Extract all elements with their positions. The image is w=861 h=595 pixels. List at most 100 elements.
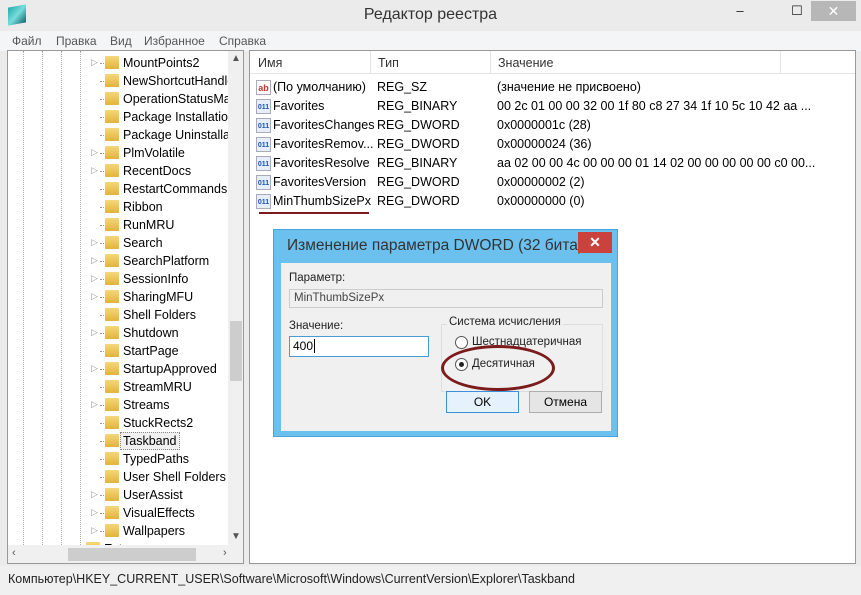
- tree-item-label: UserAssist: [123, 488, 183, 502]
- tree-item[interactable]: ▷ SessionInfo: [8, 270, 228, 288]
- tree-item[interactable]: RestartCommands: [8, 180, 228, 198]
- folder-icon: [105, 362, 119, 375]
- value-name: Favorites: [273, 99, 325, 113]
- tree-vertical-scroll-thumb[interactable]: [230, 321, 242, 381]
- tree-item[interactable]: ▷ SharingMFU: [8, 288, 228, 306]
- tree-item[interactable]: Shell Folders: [8, 306, 228, 324]
- folder-icon: [105, 182, 119, 195]
- scroll-right-icon[interactable]: ›: [223, 547, 227, 559]
- list-row[interactable]: 011 MinThumbSizePx REG_DWORD 0x00000000 (0): [250, 192, 850, 211]
- tree-item[interactable]: NewShortcutHandlers: [8, 72, 243, 90]
- tree-item[interactable]: ▷ Search: [8, 234, 228, 252]
- tree-item[interactable]: User Shell Folders: [8, 468, 228, 486]
- param-label: Параметр:: [289, 272, 346, 284]
- expand-arrow-icon[interactable]: ▷: [91, 489, 98, 500]
- tree-item[interactable]: ▷ UserAssist: [8, 486, 228, 504]
- scroll-down-icon[interactable]: ▼: [231, 531, 241, 542]
- expand-arrow-icon[interactable]: ▷: [91, 57, 98, 68]
- hex-radio[interactable]: [455, 336, 468, 349]
- scroll-left-icon[interactable]: ‹: [12, 547, 16, 559]
- value-type: REG_SZ: [377, 80, 428, 94]
- tree-item-label: Wallpapers: [123, 524, 186, 538]
- expand-arrow-icon[interactable]: ▷: [91, 363, 98, 374]
- tree-horizontal-scroll-thumb[interactable]: [68, 548, 196, 561]
- folder-icon: [105, 74, 119, 87]
- expand-arrow-icon[interactable]: ▷: [91, 273, 98, 284]
- expand-arrow-icon[interactable]: ▷: [91, 291, 98, 302]
- tree-item-label: StartupApproved: [123, 362, 217, 376]
- column-header-value[interactable]: Значение: [498, 56, 553, 70]
- tree-item[interactable]: ▷ Streams: [8, 396, 228, 414]
- tree-horizontal-scrollbar[interactable]: ‹ ›: [8, 545, 243, 563]
- tree-item[interactable]: ▷ VisualEffects: [8, 504, 228, 522]
- tree-item-label: SearchPlatform: [123, 254, 210, 268]
- menu-edit[interactable]: Правка: [56, 34, 97, 48]
- tree-item[interactable]: ▷ Shutdown: [8, 324, 228, 342]
- tree-item-label: SessionInfo: [123, 272, 189, 286]
- tree-item-label: User Shell Folders: [123, 470, 226, 484]
- binary-value-icon: 011: [256, 175, 271, 190]
- scroll-up-icon[interactable]: ▲: [231, 53, 241, 64]
- value-data: 0x0000001c (28): [497, 118, 591, 132]
- ok-button[interactable]: OK: [446, 391, 519, 413]
- expand-arrow-icon[interactable]: ▷: [91, 147, 98, 158]
- expand-arrow-icon[interactable]: ▷: [91, 507, 98, 518]
- tree-item[interactable]: ▷ SearchPlatform: [8, 252, 228, 270]
- tree-item[interactable]: Taskband: [8, 432, 228, 450]
- list-row[interactable]: 011 FavoritesResolve REG_BINARY aa 02 00 00…: [250, 154, 850, 173]
- menu-view[interactable]: Вид: [110, 34, 132, 48]
- tree-item[interactable]: Ribbon: [8, 198, 228, 216]
- tree-item[interactable]: RunMRU: [8, 216, 228, 234]
- title-bar: Редактор реестра – ☐ ✕: [0, 0, 861, 30]
- expand-arrow-icon[interactable]: ▷: [91, 327, 98, 338]
- expand-arrow-icon[interactable]: ▷: [91, 255, 98, 266]
- list-row[interactable]: 011 FavoritesVersion REG_DWORD 0x00000002 (…: [250, 173, 850, 192]
- value-type: REG_DWORD: [377, 118, 460, 132]
- value-type: REG_BINARY: [377, 156, 458, 170]
- menu-file[interactable]: Файл: [12, 34, 42, 48]
- list-row[interactable]: 011 FavoritesRemov... REG_DWORD 0x00000024 …: [250, 135, 850, 154]
- value-data: 0x00000002 (2): [497, 175, 585, 189]
- tree-item[interactable]: Package Installation: [8, 108, 235, 126]
- list-row[interactable]: ab (По умолчанию) REG_SZ (значение не присв…: [250, 78, 850, 97]
- expand-arrow-icon[interactable]: ▷: [91, 165, 98, 176]
- value-data: 00 2c 01 00 00 32 00 1f 80 c8 27 34 1f 1…: [497, 99, 812, 113]
- folder-icon: [105, 470, 119, 483]
- tree-item[interactable]: StuckRects2: [8, 414, 228, 432]
- tree-item[interactable]: TypedPaths: [8, 450, 228, 468]
- expand-arrow-icon[interactable]: ▷: [91, 525, 98, 536]
- tree-item[interactable]: StreamMRU: [8, 378, 228, 396]
- list-row[interactable]: 011 FavoritesChanges REG_DWORD 0x0000001c (…: [250, 116, 850, 135]
- close-button[interactable]: ✕: [811, 1, 856, 21]
- tree-item[interactable]: Package Uninstallat: [8, 126, 233, 144]
- value-data: 0x00000024 (36): [497, 137, 592, 151]
- menu-help[interactable]: Справка: [219, 34, 266, 48]
- value-name: (По умолчанию): [273, 80, 366, 94]
- folder-icon: [105, 416, 119, 429]
- tree-item[interactable]: OperationStatusMa: [8, 90, 231, 108]
- minimize-button[interactable]: –: [726, 0, 754, 22]
- binary-value-icon: 011: [256, 137, 271, 152]
- cancel-button[interactable]: Отмена: [529, 391, 602, 413]
- expand-arrow-icon[interactable]: ▷: [91, 399, 98, 410]
- tree-item[interactable]: ▷ StartupApproved: [8, 360, 228, 378]
- status-bar: Компьютер\HKEY_CURRENT_USER\Software\Mic…: [0, 566, 861, 595]
- folder-icon: [105, 506, 119, 519]
- value-name: FavoritesRemov...: [273, 137, 374, 151]
- tree-item[interactable]: StartPage: [8, 342, 228, 360]
- menu-favorites[interactable]: Избранное: [144, 34, 205, 48]
- list-row[interactable]: 011 Favorites REG_BINARY 00 2c 01 00 00 32 …: [250, 97, 850, 116]
- value-input-text: 400: [293, 339, 314, 353]
- tree-item[interactable]: ▷ Wallpapers: [8, 522, 228, 540]
- maximize-button[interactable]: ☐: [783, 0, 811, 22]
- tree-vertical-scrollbar[interactable]: ▲ ▼: [228, 51, 243, 545]
- expand-arrow-icon[interactable]: ▷: [91, 237, 98, 248]
- dialog-close-button[interactable]: ✕: [578, 232, 612, 253]
- tree-item[interactable]: ▷ MountPoints2: [8, 54, 228, 72]
- column-header-type[interactable]: Тип: [378, 56, 399, 70]
- column-header-name[interactable]: Имя: [258, 56, 282, 70]
- tree-item[interactable]: ▷ RecentDocs: [8, 162, 228, 180]
- value-name: FavoritesVersion: [273, 175, 367, 189]
- tree-item[interactable]: ▷ PlmVolatile: [8, 144, 228, 162]
- value-input[interactable]: 400: [289, 336, 429, 357]
